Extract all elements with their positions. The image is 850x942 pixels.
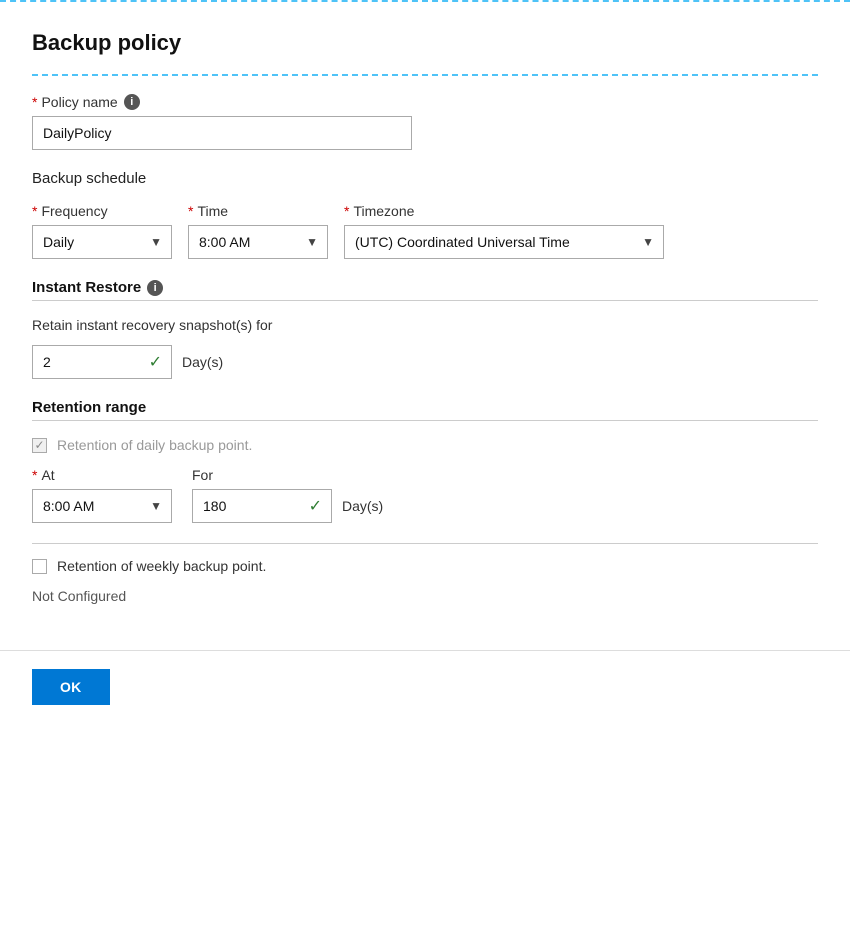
panel-title: Backup policy <box>32 30 818 56</box>
time-select[interactable]: 8:00 AM 12:00 PM 6:00 PM <box>188 225 328 259</box>
for-label: For <box>192 467 213 483</box>
for-unit: Day(s) <box>342 498 383 514</box>
for-input-wrapper: ✓ <box>192 489 332 523</box>
instant-restore-title-row: Instant Restore i <box>32 279 818 296</box>
weekly-backup-checkbox-row[interactable]: Retention of weekly backup point. <box>32 558 818 574</box>
frequency-select[interactable]: Daily Weekly <box>32 225 172 259</box>
daily-backup-checkbox: ✓ <box>32 438 47 453</box>
time-group: * Time 8:00 AM 12:00 PM 6:00 PM ▼ <box>188 203 328 259</box>
frequency-required-star: * <box>32 203 37 219</box>
timezone-label: Timezone <box>353 203 414 219</box>
time-required-star: * <box>188 203 193 219</box>
instant-restore-title: Instant Restore <box>32 279 141 296</box>
timezone-group: * Timezone (UTC) Coordinated Universal T… <box>344 203 664 259</box>
frequency-select-wrapper: Daily Weekly ▼ <box>32 225 172 259</box>
instant-restore-section: Instant Restore i Retain instant recover… <box>32 279 818 379</box>
not-configured-label: Not Configured <box>32 588 818 604</box>
backup-policy-panel: Backup policy * Policy name i Backup sch… <box>0 0 850 942</box>
timezone-select[interactable]: (UTC) Coordinated Universal Time (UTC-05… <box>344 225 664 259</box>
policy-name-info-icon[interactable]: i <box>124 94 140 110</box>
for-group: For ✓ Day(s) <box>192 467 383 523</box>
for-label-row: For <box>192 467 383 483</box>
weekly-section-divider <box>32 543 818 544</box>
frequency-label-row: * Frequency <box>32 203 172 219</box>
at-select-wrapper: 8:00 AM 12:00 PM 6:00 PM ▼ <box>32 489 172 523</box>
retention-range-divider <box>32 420 818 421</box>
retention-range-section: Retention range ✓ Retention of daily bac… <box>32 399 818 604</box>
weekly-backup-checkbox[interactable] <box>32 559 47 574</box>
snapshot-days-input[interactable] <box>32 345 172 379</box>
policy-name-group: * Policy name i <box>32 94 818 150</box>
at-label-row: * At <box>32 467 172 483</box>
retention-range-title: Retention range <box>32 399 146 416</box>
backup-schedule-section: Backup schedule * Frequency Daily Weekly… <box>32 170 818 259</box>
at-select[interactable]: 8:00 AM 12:00 PM 6:00 PM <box>32 489 172 523</box>
time-select-wrapper: 8:00 AM 12:00 PM 6:00 PM ▼ <box>188 225 328 259</box>
policy-name-input[interactable] <box>32 116 412 150</box>
daily-backup-checkbox-row: ✓ Retention of daily backup point. <box>32 437 818 453</box>
daily-backup-check-mark: ✓ <box>34 438 44 452</box>
instant-restore-divider <box>32 300 818 301</box>
for-input[interactable] <box>192 489 332 523</box>
timezone-label-row: * Timezone <box>344 203 664 219</box>
at-for-row: * At 8:00 AM 12:00 PM 6:00 PM ▼ For <box>32 467 818 523</box>
snapshot-days-input-wrapper: ✓ <box>32 345 172 379</box>
time-label: Time <box>197 203 228 219</box>
weekly-backup-label: Retention of weekly backup point. <box>57 558 266 574</box>
retain-label: Retain instant recovery snapshot(s) for <box>32 317 818 333</box>
at-label: At <box>41 467 54 483</box>
instant-restore-info-icon[interactable]: i <box>147 280 163 296</box>
snapshot-days-unit: Day(s) <box>182 354 223 370</box>
for-value-row: ✓ Day(s) <box>192 489 383 523</box>
backup-schedule-heading: Backup schedule <box>32 170 818 187</box>
footer-divider <box>0 650 850 651</box>
frequency-label: Frequency <box>41 203 107 219</box>
snapshot-days-row: ✓ Day(s) <box>32 345 818 379</box>
at-required-star: * <box>32 467 37 483</box>
at-group: * At 8:00 AM 12:00 PM 6:00 PM ▼ <box>32 467 172 523</box>
frequency-group: * Frequency Daily Weekly ▼ <box>32 203 172 259</box>
timezone-required-star: * <box>344 203 349 219</box>
policy-name-label: Policy name <box>41 94 117 110</box>
policy-name-label-row: * Policy name i <box>32 94 818 110</box>
ok-button[interactable]: OK <box>32 669 110 705</box>
time-label-row: * Time <box>188 203 328 219</box>
schedule-fields-row: * Frequency Daily Weekly ▼ * Time <box>32 203 818 259</box>
timezone-select-wrapper: (UTC) Coordinated Universal Time (UTC-05… <box>344 225 664 259</box>
top-divider <box>32 74 818 76</box>
daily-backup-label: Retention of daily backup point. <box>57 437 252 453</box>
policy-name-required-star: * <box>32 94 37 110</box>
retention-range-title-row: Retention range <box>32 399 818 416</box>
